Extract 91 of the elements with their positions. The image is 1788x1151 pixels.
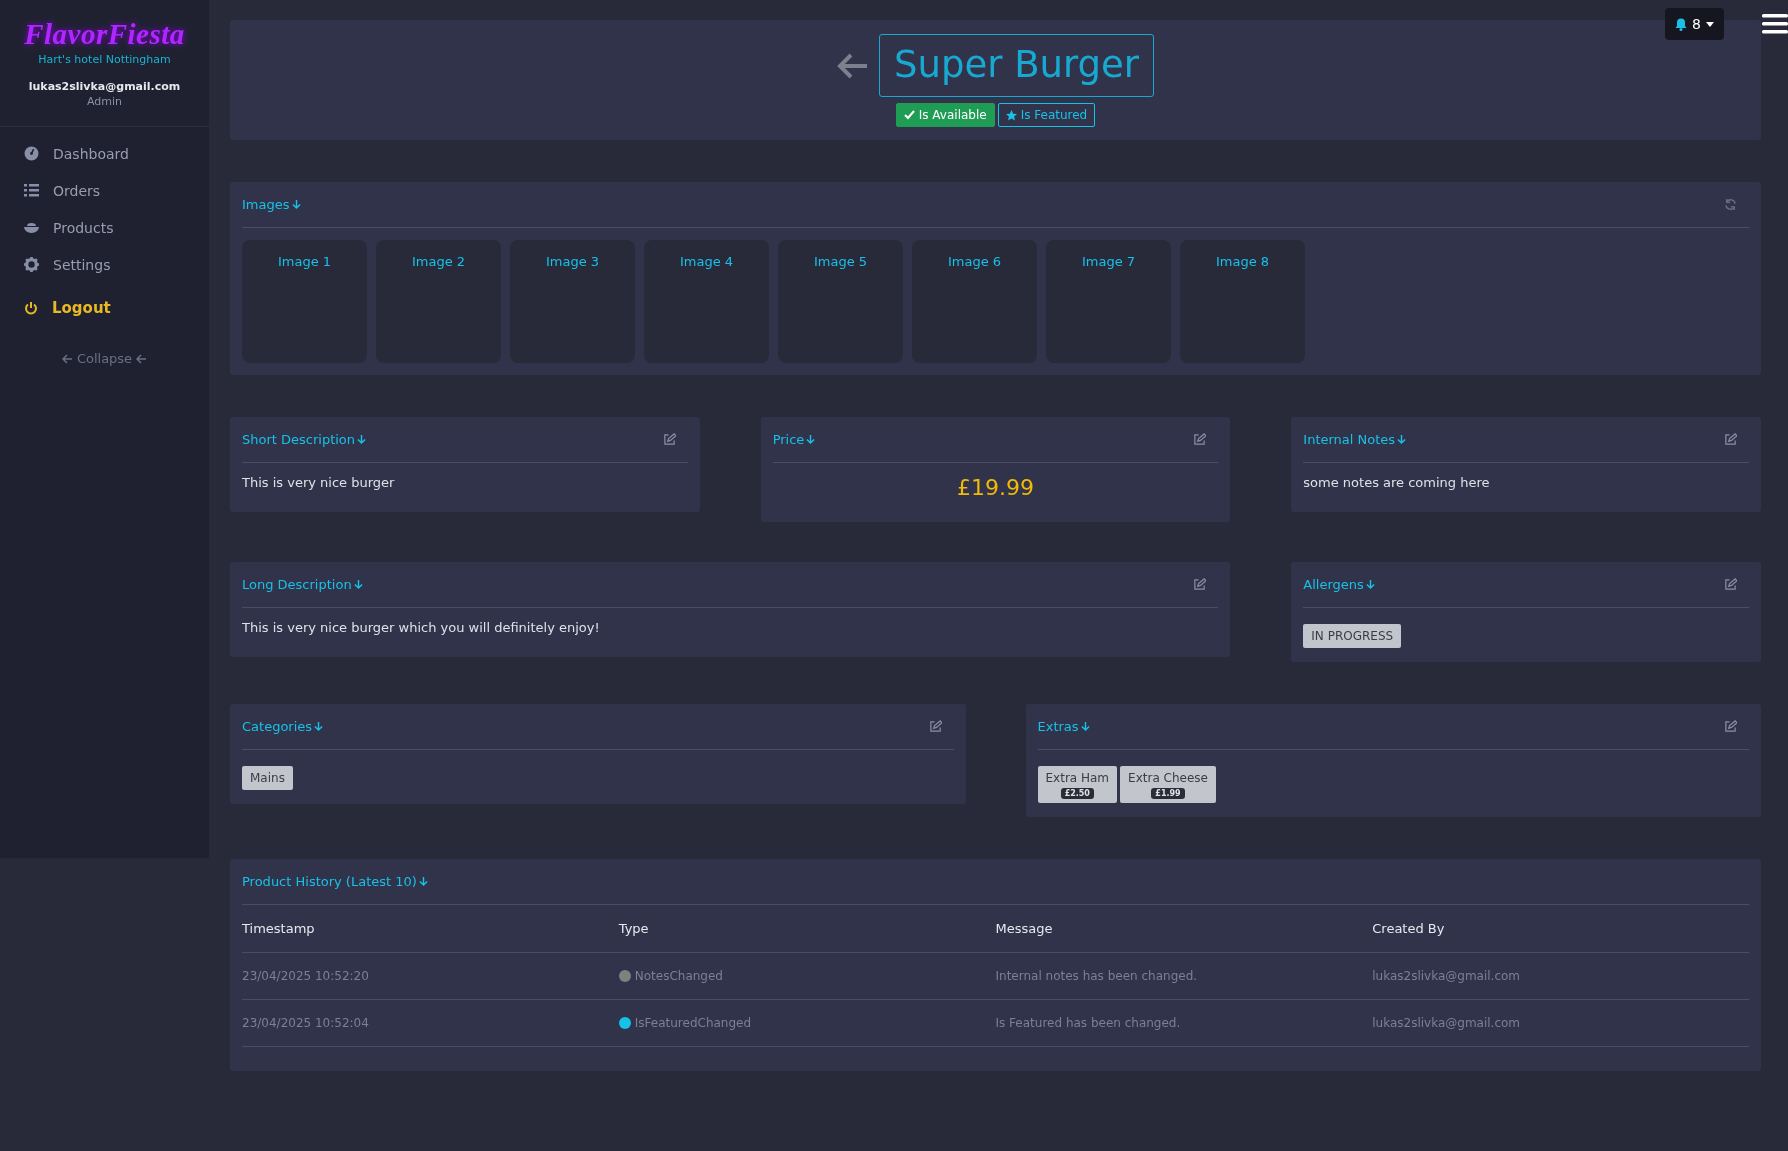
- logo: FlavorFiesta: [24, 18, 185, 51]
- down-arrow-icon: [357, 434, 367, 445]
- section-title[interactable]: Long Description: [242, 577, 363, 592]
- column-header: Type: [618, 905, 996, 953]
- down-arrow-icon: [353, 579, 363, 590]
- image-tile[interactable]: Image 7: [1046, 240, 1171, 363]
- sidebar-item[interactable]: Dashboard: [0, 135, 209, 172]
- caret-icon: [1706, 21, 1714, 27]
- gear-icon: [24, 257, 39, 272]
- product-title: Super Burger: [879, 34, 1154, 97]
- down-arrow-icon: [418, 876, 428, 887]
- section-title[interactable]: Internal Notes: [1303, 432, 1407, 447]
- short-description-text: This is very nice burger: [242, 475, 396, 490]
- image-tile[interactable]: Image 8: [1180, 240, 1305, 363]
- list-icon: [24, 184, 39, 197]
- image-tile[interactable]: Image 3: [510, 240, 635, 363]
- left-arrow-icon: [136, 353, 148, 364]
- price-value: £19.99: [956, 475, 1035, 500]
- edit-icon[interactable]: [1724, 433, 1737, 446]
- status-badge[interactable]: Is Featured: [997, 103, 1096, 127]
- image-tile[interactable]: Image 2: [376, 240, 501, 363]
- long-description-text: This is very nice burger which you will definitely enjoy!: [242, 620, 601, 635]
- section-title[interactable]: Short Description: [242, 432, 367, 447]
- notifications-button[interactable]: 8: [1665, 8, 1724, 40]
- image-label: Image 3: [545, 254, 600, 271]
- table-cell: lukas2slivka@gmail.com: [1372, 999, 1749, 1047]
- check-icon: [903, 110, 915, 120]
- down-arrow-icon: [314, 721, 324, 732]
- menu-icon[interactable]: [1762, 14, 1788, 34]
- bowl-icon: [24, 221, 39, 234]
- refresh-icon[interactable]: [1724, 198, 1737, 211]
- edit-icon[interactable]: [928, 720, 942, 733]
- down-arrow-icon: [1080, 721, 1090, 732]
- section-title[interactable]: Product History (Latest 10): [242, 874, 428, 889]
- allergen-tag: IN PROGRESS: [1303, 624, 1402, 648]
- image-label: Image 5: [813, 254, 868, 271]
- image-label: Image 2: [411, 254, 466, 271]
- user-role: Admin: [86, 95, 123, 108]
- column-header: Message: [995, 905, 1373, 953]
- table-cell: NotesChanged: [634, 969, 723, 983]
- image-label: Image 8: [1215, 254, 1270, 271]
- table-cell: Is Featured has been changed.: [995, 999, 1373, 1047]
- section-title[interactable]: Allergens: [1303, 577, 1375, 592]
- gauge-icon: [24, 146, 39, 161]
- extra-price: £1.99: [1151, 788, 1185, 799]
- table-cell: Internal notes has been changed.: [995, 952, 1373, 1000]
- extra-name: Extra Cheese: [1128, 771, 1208, 785]
- section-title[interactable]: Images: [242, 197, 301, 212]
- edit-icon[interactable]: [662, 433, 676, 446]
- left-arrow-icon: [61, 353, 73, 364]
- image-tile[interactable]: Image 6: [912, 240, 1037, 363]
- image-tile[interactable]: Image 4: [644, 240, 769, 363]
- user-email: lukas2slivka@gmail.com: [28, 80, 181, 93]
- image-tile[interactable]: Image 1: [242, 240, 367, 363]
- section-title[interactable]: Categories: [242, 719, 324, 734]
- bell-icon: [1675, 17, 1688, 31]
- table-cell: lukas2slivka@gmail.com: [1372, 952, 1749, 1000]
- extra-name: Extra Ham: [1045, 771, 1110, 785]
- image-label: Image 7: [1081, 254, 1136, 271]
- star-icon: [1005, 109, 1017, 121]
- edit-icon[interactable]: [1724, 720, 1737, 733]
- down-arrow-icon: [291, 199, 301, 210]
- extra-price: £2.50: [1060, 788, 1094, 799]
- table-cell: 23/04/2025 10:52:04: [242, 999, 619, 1047]
- back-arrow-icon[interactable]: [837, 52, 869, 79]
- image-tile[interactable]: Image 5: [778, 240, 903, 363]
- edit-icon[interactable]: [1193, 433, 1207, 446]
- category-tag: Mains: [242, 766, 293, 790]
- status-badge[interactable]: Is Available: [895, 103, 995, 127]
- column-header: Created By: [1372, 905, 1749, 953]
- venue-name: Hart's hotel Nottingham: [38, 53, 171, 66]
- sidebar-item[interactable]: Logout: [0, 289, 209, 326]
- image-label: Image 1: [277, 254, 332, 271]
- table-cell: 23/04/2025 10:52:20: [242, 952, 619, 1000]
- sidebar-item[interactable]: Products: [0, 209, 209, 246]
- down-arrow-icon: [1397, 434, 1407, 445]
- down-arrow-icon: [1365, 579, 1375, 590]
- sidebar-item[interactable]: Settings: [0, 246, 209, 283]
- table-cell: IsFeaturedChanged: [634, 1016, 752, 1030]
- sidebar-item[interactable]: Orders: [0, 172, 209, 209]
- section-title[interactable]: Extras: [1037, 719, 1090, 734]
- down-arrow-icon: [806, 434, 816, 445]
- internal-notes-text: some notes are coming here: [1303, 475, 1491, 490]
- image-label: Image 6: [947, 254, 1002, 271]
- edit-icon[interactable]: [1193, 578, 1207, 591]
- power-icon: [24, 300, 38, 315]
- column-header: Timestamp: [242, 905, 619, 953]
- image-label: Image 4: [679, 254, 734, 271]
- edit-icon[interactable]: [1724, 578, 1737, 591]
- section-title[interactable]: Price: [772, 432, 816, 447]
- collapse-button[interactable]: Collapse: [55, 350, 154, 367]
